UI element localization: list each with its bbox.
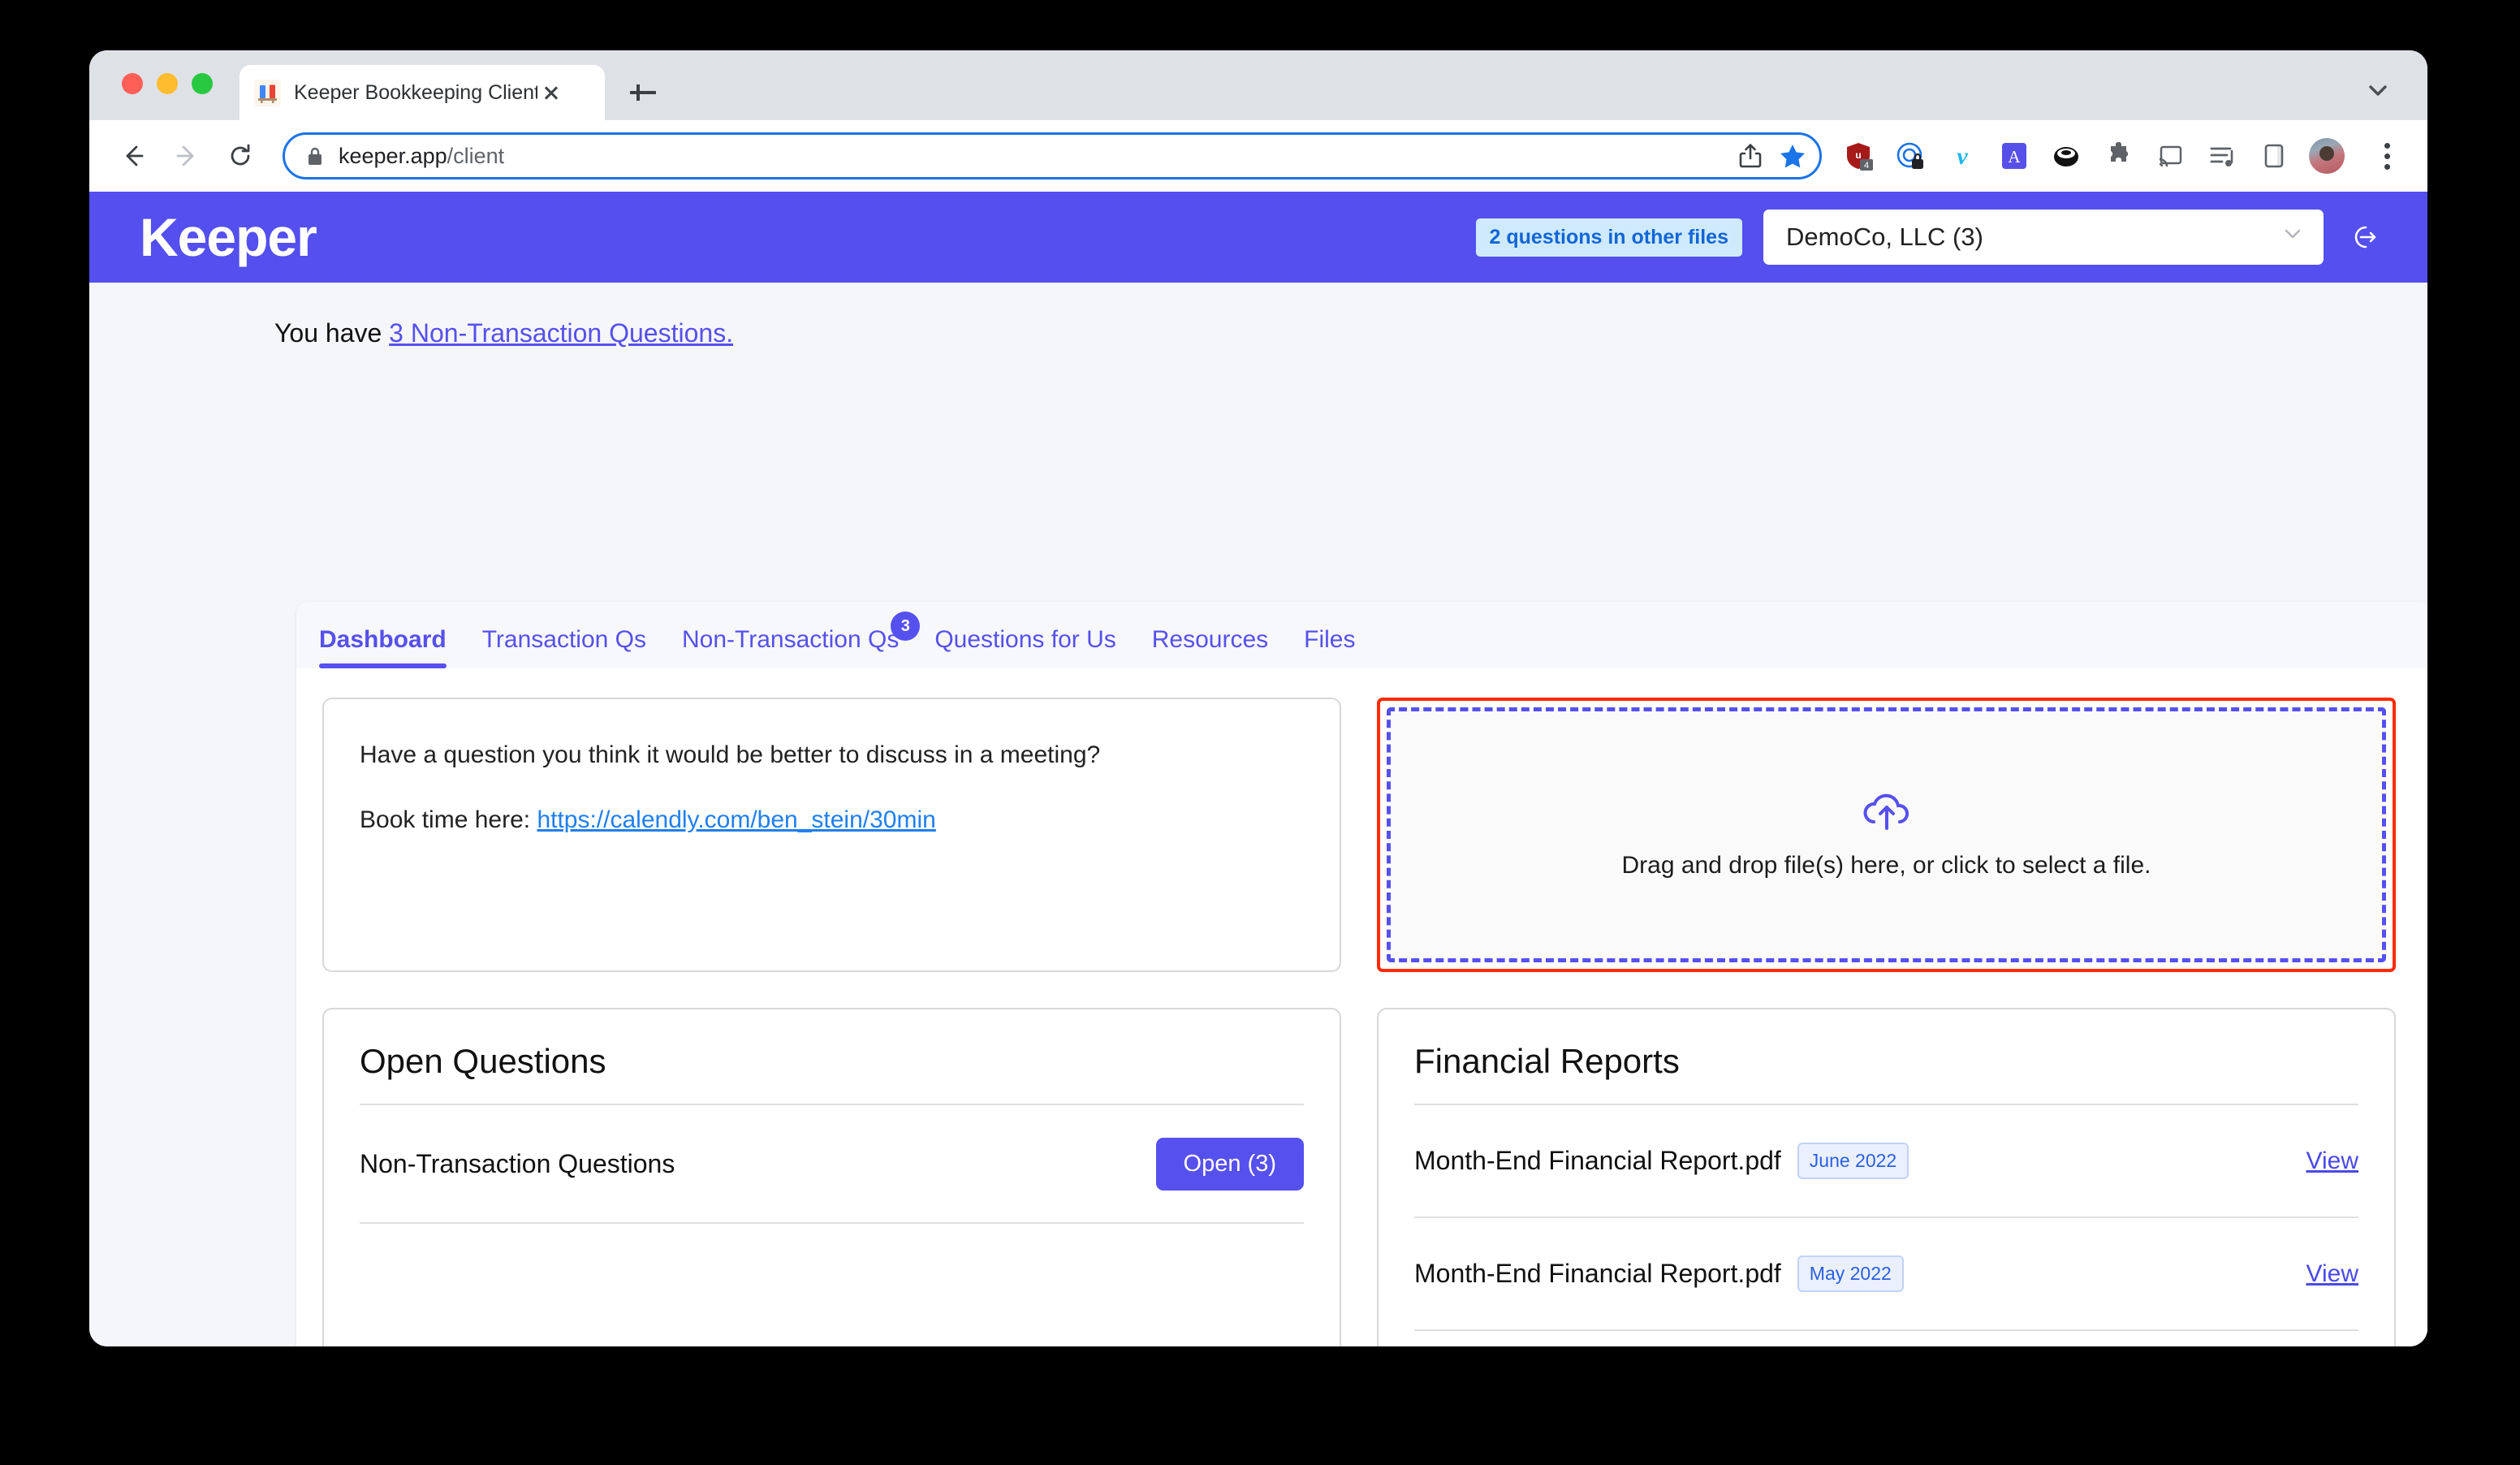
tab-dashboard[interactable]: Dashboard — [319, 626, 447, 668]
tab-files[interactable]: Files — [1304, 626, 1355, 668]
notification-prefix: You have — [274, 318, 390, 348]
app-tab-bar: Dashboard Transaction Qs Non-Transaction… — [296, 602, 2427, 668]
open-questions-title: Open Questions — [360, 1042, 606, 1080]
address-bar[interactable]: keeper.app/client — [283, 132, 1822, 179]
financial-reports-title: Financial Reports — [1414, 1042, 1680, 1080]
tab-resources-label: Resources — [1151, 626, 1269, 653]
report-view-link[interactable]: View — [2306, 1147, 2358, 1175]
file-dropzone[interactable]: Drag and drop file(s) here, or click to … — [1387, 707, 2386, 962]
open-questions-row: Non-Transaction Questions Open (3) — [360, 1105, 1304, 1222]
tab-non-transaction-qs-badge: 3 — [891, 611, 921, 641]
dashboard-content: Have a question you think it would be be… — [296, 668, 2427, 1346]
report-period-badge: May 2022 — [1797, 1255, 1904, 1292]
grammarly-extension-icon[interactable]: A — [1997, 139, 2031, 173]
report-name: Month-End Financial Report.pdf — [1414, 1259, 1781, 1288]
address-bar-url: keeper.app/client — [339, 144, 1724, 169]
extension-icons: u 4 v A — [1841, 137, 2403, 175]
browser-tab[interactable]: Keeper Bookkeeping Client Por — [239, 65, 605, 120]
tab-resources[interactable]: Resources — [1152, 626, 1268, 668]
tab-close-icon[interactable] — [537, 79, 565, 106]
open-questions-button[interactable]: Open (3) — [1155, 1137, 1304, 1191]
report-name: Month-End Financial Report.pdf — [1414, 1146, 1781, 1175]
star-icon-filled[interactable] — [1777, 140, 1808, 171]
divider — [360, 1222, 1304, 1224]
meeting-card: Have a question you think it would be be… — [322, 698, 1341, 972]
app-header-right: 2 questions in other files DemoCo, LLC (… — [1475, 210, 2383, 265]
open-questions-row-label: Non-Transaction Questions — [360, 1148, 675, 1178]
chevron-down-icon[interactable] — [2367, 80, 2388, 101]
dashboard-left-column: Have a question you think it would be be… — [322, 698, 1341, 1346]
url-path: /client — [447, 143, 505, 168]
shield-extension-icon[interactable]: u 4 — [1841, 139, 1875, 173]
side-panel-icon[interactable] — [2257, 139, 2291, 173]
app-header: Keeper 2 questions in other files DemoCo… — [89, 192, 2427, 283]
tab-files-label: Files — [1304, 626, 1356, 653]
lock-icon — [306, 145, 324, 166]
logout-icon[interactable] — [2345, 218, 2382, 256]
svg-text:v: v — [1957, 143, 1968, 170]
report-view-link[interactable]: View — [2306, 1260, 2358, 1288]
open-questions-card: Open Questions Non-Transaction Questions… — [322, 1008, 1341, 1346]
notification-line: You have 3 Non-Transaction Questions. — [274, 318, 2427, 348]
three-dot-menu-icon[interactable] — [2371, 137, 2403, 175]
browser-toolbar: keeper.app/client u 4 v A — [89, 120, 2427, 192]
bean-extension-icon[interactable] — [2049, 139, 2083, 173]
url-host: keeper.app — [339, 143, 447, 168]
tab-dashboard-label: Dashboard — [319, 626, 447, 653]
book-time-prefix: Book time here: — [360, 806, 537, 833]
svg-text:u: u — [1855, 149, 1861, 161]
browser-tab-strip: Keeper Bookkeeping Client Por — [89, 50, 2427, 120]
close-window-button[interactable] — [122, 73, 143, 94]
keeper-logo[interactable]: Keeper — [140, 206, 317, 268]
table-row: Month-End Financial Report.pdf February … — [1414, 1331, 2358, 1346]
privacy-lock-extension-icon[interactable] — [1893, 139, 1927, 173]
puzzle-extensions-icon[interactable] — [2101, 139, 2135, 173]
minimize-window-button[interactable] — [157, 73, 178, 94]
window-traffic-lights — [122, 73, 213, 94]
back-arrow-icon[interactable] — [110, 133, 156, 179]
dropzone-text: Drag and drop file(s) here, or click to … — [1621, 851, 2151, 879]
cast-icon[interactable] — [2153, 139, 2187, 173]
non-transaction-questions-link[interactable]: 3 Non-Transaction Questions. — [389, 318, 733, 348]
tab-questions-for-us[interactable]: Questions for Us — [934, 626, 1115, 668]
maximize-window-button[interactable] — [192, 73, 213, 94]
browser-tab-title: Keeper Bookkeeping Client Por — [294, 80, 537, 104]
forward-arrow-icon[interactable] — [164, 133, 209, 179]
tab-transaction-qs[interactable]: Transaction Qs — [482, 626, 646, 668]
vimeo-extension-icon[interactable]: v — [1945, 139, 1979, 173]
svg-text:A: A — [2008, 147, 2021, 166]
reload-icon[interactable] — [218, 133, 263, 179]
dashboard-tab-card: Dashboard Transaction Qs Non-Transaction… — [296, 602, 2427, 1346]
meeting-question-text: Have a question you think it would be be… — [360, 741, 1101, 768]
financial-reports-card: Financial Reports Month-End Financial Re… — [1377, 1008, 2396, 1346]
tab-questions-for-us-label: Questions for Us — [934, 626, 1116, 653]
table-row: Month-End Financial Report.pdf June 2022… — [1414, 1105, 2358, 1217]
table-row: Month-End Financial Report.pdf May 2022 … — [1414, 1218, 2358, 1329]
tab-non-transaction-qs-label: Non-Transaction Qs — [682, 626, 900, 653]
file-upload-highlight: Drag and drop file(s) here, or click to … — [1377, 698, 2396, 972]
report-period-badge: June 2022 — [1797, 1143, 1909, 1179]
playlist-icon[interactable] — [2205, 139, 2239, 173]
tab-transaction-qs-label: Transaction Qs — [481, 626, 646, 653]
chevron-down-icon — [2281, 223, 2304, 252]
books-favicon — [254, 79, 281, 106]
share-icon[interactable] — [1735, 140, 1766, 171]
browser-window: Keeper Bookkeeping Client Por — [89, 50, 2427, 1346]
tab-non-transaction-qs[interactable]: Non-Transaction Qs 3 — [682, 611, 921, 668]
other-files-badge[interactable]: 2 questions in other files — [1475, 218, 1742, 257]
new-tab-button[interactable] — [625, 75, 661, 110]
profile-avatar[interactable] — [2309, 138, 2345, 174]
company-select-value: DemoCo, LLC (3) — [1786, 223, 1983, 251]
meeting-booking-text: Book time here: https://calendly.com/ben… — [360, 806, 1304, 834]
company-select[interactable]: DemoCo, LLC (3) — [1763, 210, 2324, 265]
svg-text:4: 4 — [1864, 161, 1869, 171]
dashboard-right-column: Drag and drop file(s) here, or click to … — [1377, 698, 2396, 1346]
calendly-link[interactable]: https://calendly.com/ben_stein/30min — [537, 806, 935, 833]
web-page-content: Keeper 2 questions in other files DemoCo… — [89, 192, 2427, 1346]
cloud-upload-icon — [1860, 791, 1914, 841]
